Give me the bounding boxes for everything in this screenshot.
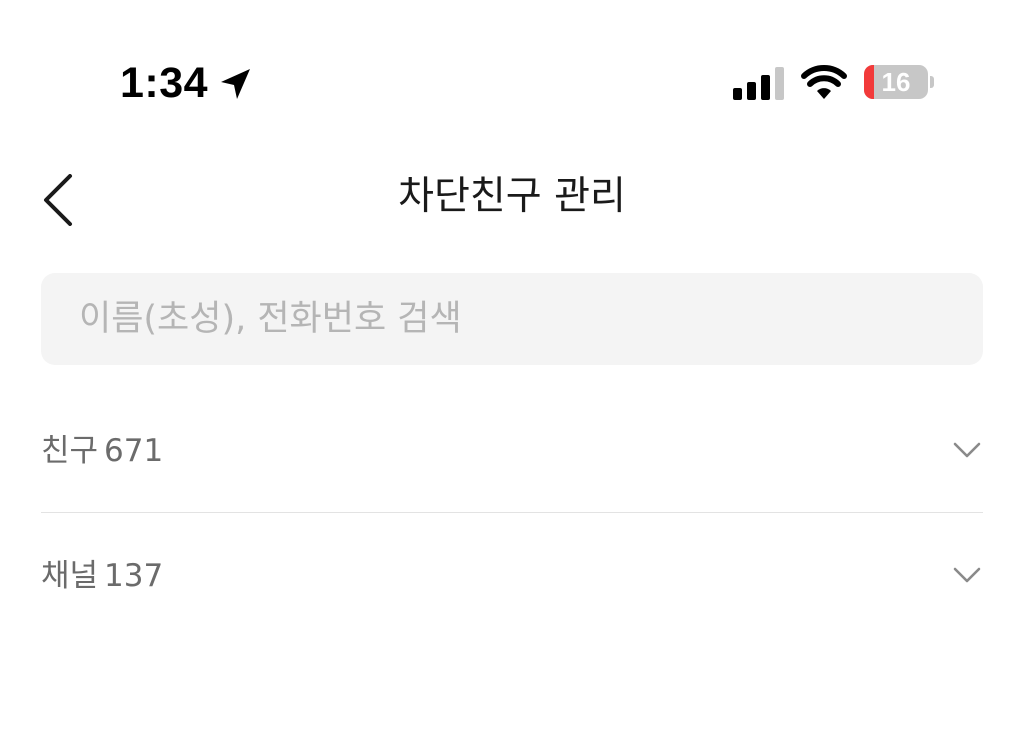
battery-icon: 16 <box>864 65 936 101</box>
cellular-signal-icon <box>733 67 784 100</box>
friends-section-header[interactable]: 친구 671 <box>41 414 983 488</box>
channels-count: 137 <box>104 558 164 594</box>
status-bar: 1:34 16 <box>0 0 1024 130</box>
channels-label: 채널 <box>41 558 99 594</box>
location-arrow-icon <box>221 69 250 99</box>
wifi-icon <box>801 65 847 99</box>
battery-level-text: 16 <box>881 67 911 97</box>
back-button[interactable] <box>30 168 86 232</box>
chevron-down-icon <box>953 567 981 583</box>
blocked-friends-screen: 1:34 16 차단친구 관리 이름(초성), 전화번호 검색 친구 671 채… <box>0 0 1024 730</box>
channels-section-header[interactable]: 채널 137 <box>41 539 983 613</box>
friends-label: 친구 <box>41 433 99 469</box>
search-input[interactable] <box>79 273 959 365</box>
battery-body: 16 <box>864 65 928 99</box>
battery-cap <box>930 76 934 88</box>
friends-count: 671 <box>104 433 164 469</box>
chevron-left-icon <box>44 174 72 226</box>
chevron-down-icon <box>953 442 981 458</box>
section-divider <box>41 512 983 513</box>
page-title: 차단친구 관리 <box>398 174 626 219</box>
search-box <box>41 273 983 365</box>
navigation-bar: 차단친구 관리 <box>0 150 1024 246</box>
friends-section-label: 친구 671 <box>41 430 163 472</box>
status-time: 1:34 <box>120 59 209 107</box>
channels-section-label: 채널 137 <box>41 555 163 597</box>
